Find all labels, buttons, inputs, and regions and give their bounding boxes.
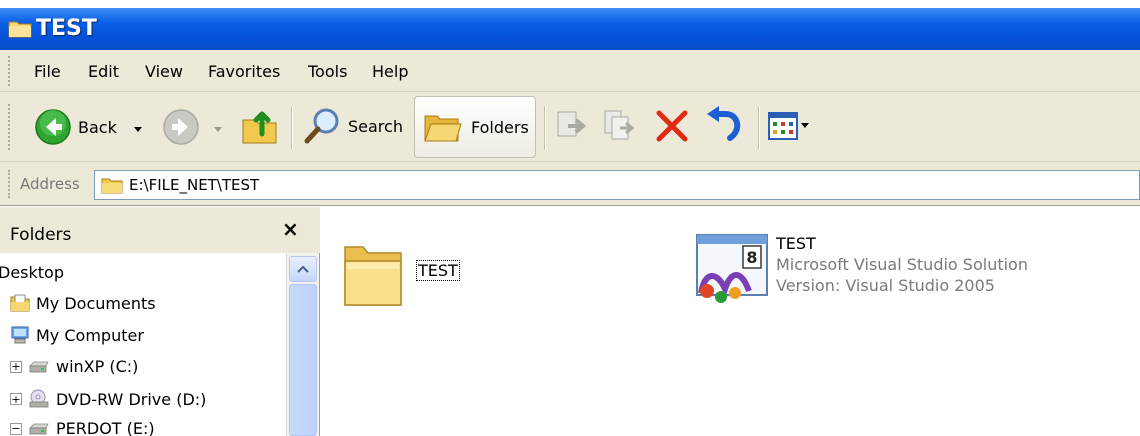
- menu-edit[interactable]: Edit: [88, 62, 119, 81]
- menu-favorites[interactable]: Favorites: [208, 62, 280, 81]
- solution-type-text: Microsoft Visual Studio Solution: [776, 255, 1028, 274]
- undo-arrow-icon: [707, 106, 741, 141]
- forward-button[interactable]: [162, 108, 200, 146]
- menu-bar-grip[interactable]: [8, 56, 11, 86]
- solution-item-details: TEST Microsoft Visual Studio Solution Ve…: [776, 233, 1028, 296]
- tree-item-my-computer[interactable]: My Computer: [10, 325, 144, 345]
- svg-text:8: 8: [746, 248, 757, 267]
- title-bar: TEST: [0, 8, 1140, 50]
- delete-x-icon: [656, 110, 688, 142]
- menu-view[interactable]: View: [145, 62, 183, 81]
- back-arrow-icon: [35, 109, 71, 145]
- address-input[interactable]: E:\FILE_NET\TEST: [94, 170, 1140, 200]
- folders-pane-header: Folders ×: [0, 207, 320, 253]
- copy-to-button[interactable]: [602, 108, 638, 144]
- move-to-icon: [557, 111, 587, 137]
- views-grid-icon: [768, 112, 798, 140]
- toolbar-separator: [544, 106, 546, 150]
- expand-toggle[interactable]: +: [10, 393, 22, 405]
- views-button[interactable]: [768, 112, 809, 140]
- my-documents-icon: [10, 294, 30, 312]
- search-magnifier-icon: [304, 108, 339, 144]
- standard-toolbar: Back Search Folders: [0, 92, 1140, 162]
- back-history-dropdown[interactable]: [133, 126, 143, 134]
- close-folders-pane-icon[interactable]: ×: [282, 217, 299, 241]
- search-button[interactable]: Search: [302, 106, 403, 146]
- folders-pane-title: Folders: [10, 225, 72, 245]
- folder-item-label: TEST: [416, 260, 460, 281]
- address-bar: Address E:\FILE_NET\TEST: [0, 162, 1140, 206]
- tree-item-my-documents[interactable]: My Documents: [10, 293, 156, 313]
- folders-button[interactable]: Folders: [414, 96, 536, 158]
- visual-studio-solution-icon: 8: [696, 234, 768, 303]
- back-label: Back: [78, 117, 117, 137]
- tree-item-label: winXP (C:): [56, 357, 139, 376]
- folder-item-test[interactable]: [341, 237, 407, 315]
- address-bar-grip[interactable]: [8, 170, 11, 198]
- menu-file[interactable]: File: [34, 62, 61, 81]
- solution-version-text: Version: Visual Studio 2005: [776, 276, 995, 295]
- collapse-toggle[interactable]: −: [10, 422, 22, 435]
- delete-button[interactable]: [654, 108, 690, 144]
- my-computer-icon: [11, 326, 29, 344]
- copy-to-icon: [604, 110, 635, 140]
- folder-icon: [8, 21, 32, 38]
- undo-button[interactable]: [704, 106, 744, 144]
- forward-history-dropdown[interactable]: [213, 126, 223, 134]
- solution-item-label: TEST: [776, 234, 816, 253]
- search-label: Search: [348, 116, 403, 136]
- hard-drive-icon: [29, 423, 49, 434]
- folders-pane: Folders × Desktop My Documents My Comput…: [0, 207, 320, 436]
- folders-label: Folders: [471, 117, 529, 137]
- folders-icon: [424, 115, 462, 142]
- forward-arrow-icon: [163, 109, 199, 145]
- tree-item-label: My Computer: [36, 325, 144, 345]
- hard-drive-icon: [29, 361, 49, 372]
- tree-scrollbar[interactable]: [286, 253, 319, 436]
- tree-item-desktop[interactable]: Desktop: [0, 263, 64, 282]
- tree-item-label: My Documents: [36, 293, 156, 313]
- toolbar-separator: [291, 106, 293, 150]
- menu-bar: File Edit View Favorites Tools Help: [0, 50, 1140, 92]
- menu-tools[interactable]: Tools: [308, 62, 347, 81]
- tree-item-label: Desktop: [0, 263, 64, 282]
- tree-item-label: DVD-RW Drive (D:): [56, 389, 207, 409]
- up-folder-icon: [242, 111, 277, 144]
- tree-item-label: PERDOT (E:): [56, 419, 155, 436]
- up-folder-button[interactable]: [240, 104, 280, 146]
- file-list-view: TEST 8 TEST Microsoft Visual Studio Solu…: [321, 207, 1140, 436]
- scroll-thumb[interactable]: [289, 284, 317, 436]
- scroll-up-button[interactable]: [289, 256, 317, 282]
- menu-help[interactable]: Help: [372, 62, 408, 81]
- folder-icon: [344, 246, 402, 306]
- dropdown-arrow-icon: [801, 123, 809, 128]
- toolbar-separator: [758, 106, 760, 150]
- tree-item-drive-e[interactable]: − PERDOT (E:): [10, 419, 155, 436]
- dvd-drive-icon: [29, 389, 49, 408]
- folder-tree: Desktop My Documents My Computer + winXP…: [0, 253, 286, 436]
- window-title: TEST: [36, 16, 97, 41]
- address-label: Address: [20, 175, 80, 193]
- move-to-button[interactable]: [554, 108, 590, 144]
- dropdown-arrow-icon: [214, 127, 222, 132]
- expand-toggle[interactable]: +: [10, 360, 22, 373]
- solution-item-test[interactable]: 8: [695, 231, 773, 311]
- clipped-top-text: [0, 0, 1140, 8]
- chevron-up-icon: [297, 265, 309, 273]
- folder-icon: [101, 178, 123, 194]
- tree-item-drive-d[interactable]: + DVD-RW Drive (D:): [10, 389, 206, 409]
- toolbar-grip[interactable]: [8, 104, 11, 150]
- dropdown-arrow-icon: [134, 127, 142, 132]
- address-value: E:\FILE_NET\TEST: [129, 176, 260, 194]
- tree-item-drive-c[interactable]: + winXP (C:): [10, 357, 138, 376]
- back-button[interactable]: Back: [34, 108, 117, 146]
